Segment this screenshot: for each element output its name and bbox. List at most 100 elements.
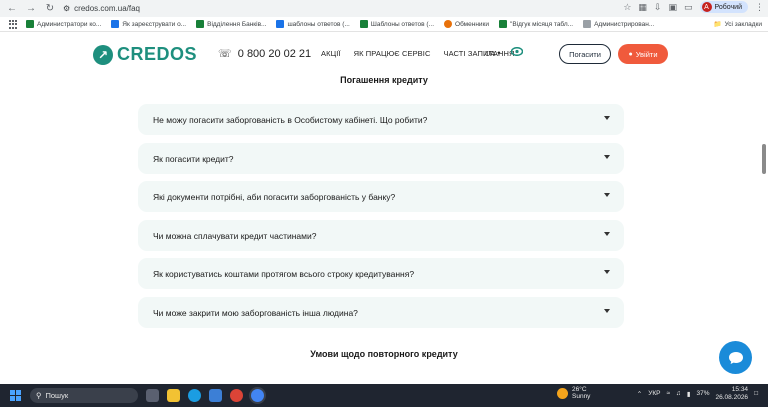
phone-icon: ☏ [218,48,232,60]
bookmark-item[interactable]: Відділення Банків... [196,20,266,28]
back-arrow-icon[interactable]: ← [5,2,19,16]
battery-percent: 37% [696,390,710,398]
search-placeholder: Пошук [45,391,69,400]
language-selector[interactable]: UA ▾ [485,49,500,58]
profile-label: Робочий [714,3,742,11]
faq-question: Чи можна сплачувати кредит частинами? [153,230,317,241]
next-section-title: Умови щодо повторного кредиту [310,349,458,359]
bookmark-item[interactable]: шаблоны ответов (... [276,20,350,28]
sheets-icon [26,20,34,28]
volume-icon[interactable]: ♫ [676,390,681,397]
chevron-down-icon [604,193,610,197]
split-tab-icon[interactable]: ▭ [684,2,693,13]
page-scrollbar[interactable] [762,144,766,174]
browser-toolbar: ← → ↻ ⚙ credos.com.ua/faq ☆ ▦ ⇩ ▣ ▭ A Ро… [0,0,768,17]
chevron-down-icon: ▾ [497,51,501,57]
login-button[interactable]: ● Увійти [618,44,668,64]
logo-text: CREDOS [117,44,198,64]
bookmark-item[interactable]: Шаблоны ответов (... [359,20,434,28]
language-indicator[interactable]: УКР [648,390,660,397]
apps-grid-icon[interactable] [9,20,18,29]
bookmark-item[interactable]: Як зареєструвати о... [111,20,186,28]
bookmark-star-icon[interactable]: ☆ [623,2,631,13]
windows-taskbar: ⚲ Пошук 26°C Sunny ⌃ УКР ≈ ♫ ▮ 37% 15:34… [0,384,768,407]
chevron-up-icon[interactable]: ⌃ [637,390,642,398]
taskbar-search[interactable]: ⚲ Пошук [30,388,138,403]
chevron-down-icon [604,309,610,313]
url-text: credos.com.ua/faq [74,4,140,13]
file-explorer-icon[interactable] [167,389,180,402]
windows-start-icon[interactable] [10,390,21,401]
search-icon: ⚲ [36,391,42,400]
folder-icon: 📁 [713,21,722,28]
chevron-down-icon [604,116,610,120]
repay-button[interactable]: Погасити [559,44,611,64]
wifi-icon[interactable]: ≈ [666,390,670,397]
weather-widget[interactable]: 26°C Sunny [557,386,590,400]
battery-icon[interactable]: ▮ [687,390,691,398]
sheets-icon [196,20,205,28]
credos-logo[interactable]: ↗ CREDOS [93,44,197,65]
chat-bubble-icon [728,351,743,364]
phone-number: 0 800 20 02 21 [237,47,312,60]
site-header: ↗ CREDOS ☏ 0 800 20 02 21 АКЦІЇ ЯК ПРАЦЮ… [0,33,768,73]
weather-desc: Sunny [572,393,591,401]
faq-question: Не можу погасити заборгованість в Особис… [153,114,428,125]
menu-dots-icon[interactable]: ⋮ [755,2,764,13]
faq-item[interactable]: Як користуватись коштами протягом всього… [138,258,624,289]
sheets-icon [359,20,368,28]
store-icon[interactable] [209,389,222,402]
chevron-down-icon [604,155,610,159]
clock[interactable]: 15:34 26.08.2026 [716,386,749,402]
accessibility-eye-icon[interactable] [511,47,523,56]
user-icon: ● [628,50,633,58]
bookmark-item[interactable]: Администрирован... [583,20,654,28]
faq-question: Як погасити кредит? [153,153,234,164]
time: 15:34 [731,386,749,393]
menu-item-promotions[interactable]: АКЦІЇ [321,49,341,58]
bookmark-item[interactable]: "Відгук місяця табл... [499,20,573,28]
forward-arrow-icon[interactable]: → [24,2,38,16]
weather-temp: 26°C [572,386,587,393]
sun-icon [557,387,568,399]
reload-icon[interactable]: ↻ [43,2,57,16]
chevron-down-icon [604,232,610,236]
date: 26.08.2026 [715,393,749,401]
bookmark-item[interactable]: Обменники [444,20,489,28]
logo-mark-icon: ↗ [93,44,113,65]
menu-item-faq[interactable]: ЧАСТІ ЗАПИТАННЯ [443,49,514,58]
faq-item[interactable]: Які документи потрібні, аби погасити заб… [138,181,624,212]
site-info-icon[interactable]: ⚙ [63,4,70,13]
faq-item[interactable]: Чи може закрити мою заборгованість інша … [138,297,624,328]
faq-item[interactable]: Як погасити кредит? [138,143,624,174]
task-view-icon[interactable] [146,389,159,402]
profile-button[interactable]: A Робочий [699,1,748,13]
page-icon [583,20,592,28]
chrome-icon[interactable] [230,389,243,402]
notification-icon[interactable]: □ [754,390,758,397]
faq-question: Як користуватись коштами протягом всього… [153,268,415,279]
section-title: Погашення кредиту [340,75,428,85]
docs-icon [276,20,285,28]
edge-icon[interactable] [188,389,201,402]
bookmarks-bar: Администратори ко... Як зареєструвати о.… [0,17,768,32]
faq-question: Які документи потрібні, аби погасити заб… [153,191,396,202]
exchange-icon [444,20,453,28]
faq-question: Чи може закрити мою заборгованість інша … [153,307,358,318]
sheets-icon [499,20,508,28]
extensions-puzzle-icon[interactable]: ▣ [668,2,677,13]
menu-item-how-it-works[interactable]: ЯК ПРАЦЮЄ СЕРВІС [354,49,431,58]
bookmark-item[interactable]: Администратори ко... [26,20,101,28]
extension-icon[interactable]: ▦ [638,2,647,13]
chrome-active-icon[interactable] [251,389,264,402]
docs-icon [111,20,120,28]
avatar: A [701,2,712,12]
phone-link[interactable]: ☏ 0 800 20 02 21 [218,47,312,61]
download-icon[interactable]: ⇩ [654,2,662,13]
faq-item[interactable]: Чи можна сплачувати кредит частинами? [138,220,624,251]
chat-button[interactable] [719,341,752,374]
faq-item[interactable]: Не можу погасити заборгованість в Особис… [138,104,624,135]
address-bar[interactable]: ⚙ credos.com.ua/faq [63,4,140,13]
system-tray: ⌃ УКР ≈ ♫ ▮ 37% 15:34 26.08.2026 □ [637,386,758,402]
all-bookmarks[interactable]: 📁 Усі закладки [713,20,762,29]
